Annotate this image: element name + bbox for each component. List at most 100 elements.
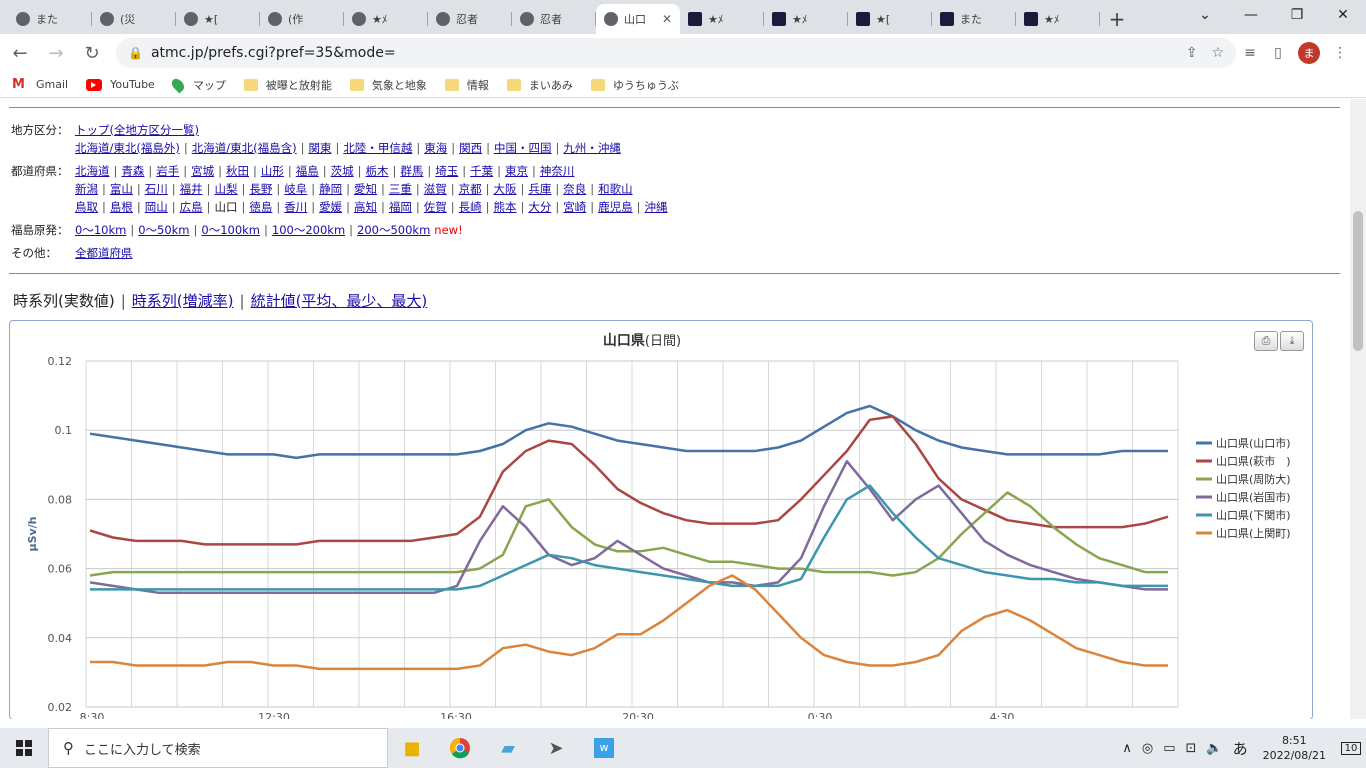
nav-link[interactable]: 高知	[354, 200, 377, 214]
nav-link[interactable]: 山梨	[215, 182, 238, 196]
nav-link[interactable]: 福岡	[389, 200, 412, 214]
reading-list-icon[interactable]: ≡	[1236, 39, 1264, 67]
scrollbar-thumb[interactable]	[1353, 211, 1363, 351]
legend-label[interactable]: 山口県(上関町)	[1216, 527, 1291, 540]
nav-link[interactable]: 東海	[424, 141, 447, 155]
browser-tab[interactable]: ★[	[176, 4, 260, 34]
nav-link[interactable]: 佐賀	[424, 200, 447, 214]
notepad-icon[interactable]: ▰	[484, 728, 532, 768]
legend-label[interactable]: 山口県(山口市)	[1216, 436, 1291, 450]
bookmark-item[interactable]: 情報	[444, 77, 489, 93]
taskbar-search[interactable]: ⚲ ここに入力して検索	[48, 728, 388, 768]
browser-tab[interactable]: ★ﾒ	[680, 4, 764, 34]
series-line-2[interactable]	[89, 491, 1168, 577]
nav-link[interactable]: 埼玉	[435, 164, 458, 178]
forward-icon[interactable]: →	[40, 37, 72, 69]
nav-link[interactable]: 長崎	[459, 200, 482, 214]
minimize-icon[interactable]: —	[1228, 0, 1274, 30]
nav-link[interactable]: 山形	[261, 164, 284, 178]
nav-link[interactable]: 熊本	[494, 200, 517, 214]
browser-tab[interactable]: また	[8, 4, 92, 34]
bookmark-star-icon[interactable]: ☆	[1211, 45, 1224, 61]
profile-avatar[interactable]: ま	[1298, 42, 1320, 64]
camera-icon[interactable]: ◎	[1142, 741, 1153, 756]
start-button[interactable]	[0, 728, 48, 768]
browser-tab[interactable]: ★ﾒ	[1016, 4, 1100, 34]
side-panel-icon[interactable]: ▯	[1264, 39, 1292, 67]
series-line-4[interactable]	[90, 484, 1168, 591]
nav-link[interactable]: 京都	[459, 182, 482, 196]
nav-link[interactable]: 新潟	[75, 182, 98, 196]
bookmark-item[interactable]: まいあみ	[506, 77, 573, 93]
nav-link[interactable]: 0～100km	[201, 223, 260, 237]
nav-link[interactable]: 岐阜	[284, 182, 307, 196]
close-icon[interactable]: ✕	[662, 12, 672, 26]
legend-label[interactable]: 山口県(下関市)	[1216, 508, 1291, 522]
nav-link[interactable]: 神奈川	[540, 164, 575, 178]
tab-search-icon[interactable]: ⌄	[1182, 0, 1228, 30]
browser-tab[interactable]: (作	[260, 4, 344, 34]
nav-link[interactable]: 岡山	[145, 200, 168, 214]
back-icon[interactable]: ←	[4, 37, 36, 69]
series-line-1[interactable]	[89, 415, 1169, 546]
nav-link[interactable]: 栃木	[366, 164, 389, 178]
nav-link[interactable]: 奈良	[563, 182, 586, 196]
nav-link[interactable]: 沖縄	[645, 200, 668, 214]
menu-icon[interactable]: ⋮	[1326, 39, 1354, 67]
nav-link[interactable]: 関西	[459, 141, 482, 155]
bookmark-item[interactable]: YouTube	[86, 78, 155, 91]
nav-link[interactable]: 中国・四国	[494, 141, 552, 155]
nav-link[interactable]: 島根	[110, 200, 133, 214]
nav-link[interactable]: 茨城	[331, 164, 354, 178]
bookmark-item[interactable]: 気象と地象	[349, 77, 427, 93]
close-window-icon[interactable]: ✕	[1320, 0, 1366, 30]
nav-link[interactable]: 広島	[180, 200, 203, 214]
tab-statistics[interactable]: 統計値(平均、最少、最大)	[251, 292, 428, 310]
url-text[interactable]: atmc.jp/prefs.cgi?pref=35&mode=	[151, 45, 1172, 61]
browser-tab[interactable]: 山口 ✕	[596, 4, 680, 34]
battery-icon[interactable]: ▭	[1163, 741, 1175, 756]
new-tab-icon[interactable]: +	[1100, 4, 1134, 34]
tab-timeseries-rate[interactable]: 時系列(増減率)	[132, 292, 234, 310]
nav-link[interactable]: 福井	[180, 182, 203, 196]
nav-link[interactable]: 石川	[145, 182, 168, 196]
nav-link[interactable]: 和歌山	[598, 182, 633, 196]
file-explorer-icon[interactable]: ■	[388, 728, 436, 768]
nav-link[interactable]: 東京	[505, 164, 528, 178]
nav-link[interactable]: 0～50km	[138, 223, 189, 237]
bookmark-item[interactable]: マップ	[169, 76, 226, 93]
bookmark-item[interactable]: ゆうちゅうぶ	[590, 77, 679, 93]
nav-link[interactable]: 秋田	[226, 164, 249, 178]
nav-link[interactable]: トップ(全地方区分一覧)	[75, 123, 199, 137]
browser-tab[interactable]: ★ﾒ	[344, 4, 428, 34]
address-bar[interactable]: 🔒 atmc.jp/prefs.cgi?pref=35&mode= ⇪ ☆	[116, 38, 1236, 68]
reload-icon[interactable]: ↻	[76, 37, 108, 69]
nav-link[interactable]: 青森	[121, 164, 144, 178]
nav-link[interactable]: 宮崎	[563, 200, 586, 214]
nav-link[interactable]: 200～500km	[357, 223, 430, 237]
share-icon[interactable]: ⇪	[1186, 45, 1198, 61]
store-icon[interactable]: w	[580, 728, 628, 768]
nav-link[interactable]: 大分	[528, 200, 551, 214]
nav-link[interactable]: 鳥取	[75, 200, 98, 214]
network-icon[interactable]: ⊡	[1185, 741, 1196, 756]
volume-icon[interactable]: 🔈	[1206, 741, 1222, 756]
nav-link[interactable]: 関東	[308, 141, 331, 155]
legend-label[interactable]: 山口県(萩市 )	[1216, 454, 1291, 468]
nav-link[interactable]: 北陸・甲信越	[343, 141, 412, 155]
nav-link[interactable]: 九州・沖縄	[563, 141, 621, 155]
nav-link[interactable]: 北海道/東北(福島含)	[192, 141, 297, 155]
browser-tab[interactable]: 忍者	[512, 4, 596, 34]
nav-link[interactable]: 北海道/東北(福島外)	[75, 141, 180, 155]
print-chart-button[interactable]: ⎙	[1254, 331, 1278, 351]
browser-tab[interactable]: 忍者	[428, 4, 512, 34]
browser-tab[interactable]: (災	[92, 4, 176, 34]
nav-link[interactable]: 愛媛	[319, 200, 342, 214]
nav-link[interactable]: 北海道	[75, 164, 110, 178]
browser-tab[interactable]: ★[	[848, 4, 932, 34]
nav-link[interactable]: 徳島	[249, 200, 272, 214]
nav-link[interactable]: 宮城	[191, 164, 214, 178]
nav-link[interactable]: 100～200km	[272, 223, 345, 237]
chevron-up-icon[interactable]: ∧	[1122, 741, 1132, 756]
lock-icon[interactable]: 🔒	[128, 46, 143, 60]
